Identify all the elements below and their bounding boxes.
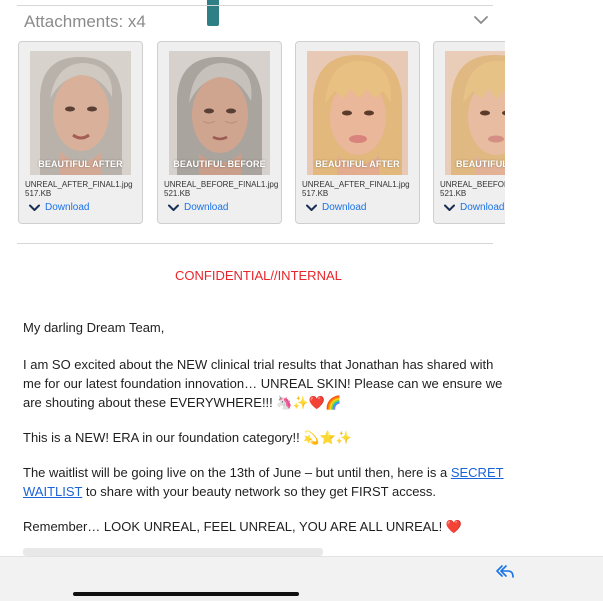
thumbnail-caption: BEAUTIFUL AFTER: [38, 159, 123, 169]
attachment-card[interactable]: BEAUTIFUL BEFORE UNREAL_BEFORE_FINAL1.jp…: [157, 41, 282, 224]
home-indicator: [73, 592, 299, 596]
file-name: UNREAL_AFTER_FINAL1.jpg: [25, 180, 133, 189]
attachments-header: Attachments: x4: [24, 12, 146, 31]
greeting: My darling Dream Team,: [23, 320, 165, 335]
paragraph: I am SO excited about the NEW clinical t…: [23, 355, 513, 412]
download-label: Download: [460, 202, 505, 213]
attachment-thumbnail[interactable]: BEAUTIFUL AFTER: [307, 51, 408, 175]
attachment-card[interactable]: BEAUTIFUL B UNREAL_BEEFORE 521.KB Downlo…: [433, 41, 505, 224]
attachment-card[interactable]: BEAUTIFUL AFTER UNREAL_AFTER_FINAL1.jpg …: [18, 41, 143, 224]
thumbnail-caption: BEAUTIFUL BEFORE: [173, 159, 266, 169]
bottom-toolbar: [0, 556, 603, 601]
emoji-group: ❤️: [445, 519, 463, 534]
email-body: My darling Dream Team, I am SO excited a…: [23, 318, 513, 536]
paragraph: The waitlist will be going live on the 1…: [23, 463, 513, 501]
download-button[interactable]: Download: [29, 202, 89, 213]
file-size: 517.KB: [25, 189, 52, 198]
emoji-group: 💫⭐✨: [303, 430, 352, 445]
attachment-thumbnail[interactable]: BEAUTIFUL BEFORE: [169, 51, 270, 175]
paragraph-text: to share with your beauty network so the…: [82, 484, 437, 499]
paragraph-text: The waitlist will be going live on the 1…: [23, 465, 451, 480]
file-size: 521.KB: [164, 189, 191, 198]
paragraph-text: I am SO excited about the NEW clinical t…: [23, 357, 503, 410]
download-button[interactable]: Download: [306, 202, 366, 213]
thumbnail-caption: BEAUTIFUL B: [456, 159, 505, 169]
cut-off-text-line: [23, 548, 323, 556]
file-name: UNREAL_BEFORE_FINAL1.jpg: [164, 180, 279, 189]
paragraph: Remember… LOOK UNREAL, FEEL UNREAL, YOU …: [23, 517, 513, 536]
download-chevron-icon: [444, 204, 455, 211]
download-button[interactable]: Download: [444, 202, 504, 213]
attachment-thumbnail[interactable]: BEAUTIFUL AFTER: [30, 51, 131, 175]
paragraph: This is a NEW! ERA in our foundation cat…: [23, 428, 513, 447]
emoji-group: 🦄✨❤️🌈: [276, 395, 342, 410]
divider: [17, 5, 493, 6]
file-size: 521.KB: [440, 189, 467, 198]
thumbnail-caption: BEAUTIFUL AFTER: [315, 159, 400, 169]
pull-tab: [207, 0, 219, 26]
divider: [17, 243, 493, 244]
download-chevron-icon: [306, 204, 317, 211]
attachment-card[interactable]: BEAUTIFUL AFTER UNREAL_AFTER_FINAL1.jpg …: [295, 41, 420, 224]
chevron-down-icon[interactable]: [472, 13, 490, 27]
file-name: UNREAL_AFTER_FINAL1.jpg: [302, 180, 410, 189]
file-size: 517.KB: [302, 189, 329, 198]
download-label: Download: [322, 202, 367, 213]
attachment-list: BEAUTIFUL AFTER UNREAL_AFTER_FINAL1.jpg …: [0, 41, 505, 229]
paragraph-text: This is a NEW! ERA in our foundation cat…: [23, 430, 300, 445]
download-button[interactable]: Download: [168, 202, 228, 213]
download-label: Download: [184, 202, 229, 213]
reply-all-icon[interactable]: [496, 564, 514, 580]
download-chevron-icon: [29, 204, 40, 211]
attachment-thumbnail[interactable]: BEAUTIFUL B: [445, 51, 505, 175]
file-name: UNREAL_BEEFORE: [440, 180, 505, 189]
paragraph-text: Remember… LOOK UNREAL, FEEL UNREAL, YOU …: [23, 519, 443, 534]
download-chevron-icon: [168, 204, 179, 211]
download-label: Download: [45, 202, 90, 213]
classification-label: CONFIDENTIAL//INTERNAL: [175, 268, 342, 283]
